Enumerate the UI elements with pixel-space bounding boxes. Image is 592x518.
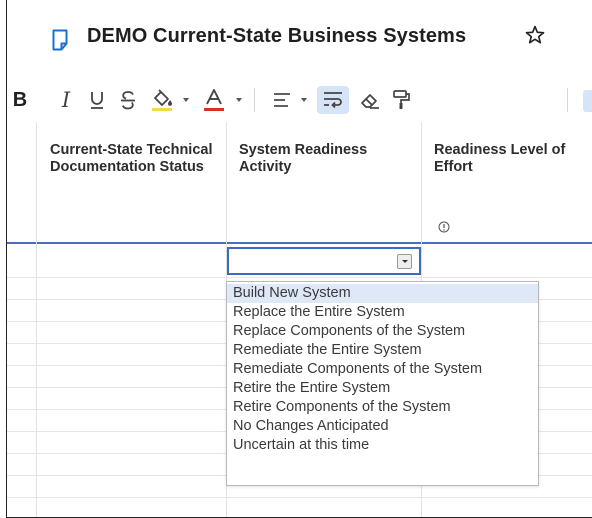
wrap-text-icon: [324, 92, 342, 109]
active-cell-readiness-activity[interactable]: [227, 247, 421, 275]
fill-color-button[interactable]: [148, 86, 176, 114]
clear-format-icon: [361, 94, 379, 109]
text-color-button[interactable]: [200, 86, 228, 114]
align-caret-icon[interactable]: [301, 98, 307, 102]
info-icon[interactable]: [438, 221, 450, 233]
formatting-toolbar: B I: [0, 78, 592, 122]
document-title: DEMO Current-State Business Systems: [87, 25, 467, 47]
dropdown-option[interactable]: Build New System: [227, 284, 538, 303]
dropdown-option[interactable]: Replace Components of the System: [227, 322, 538, 341]
align-button[interactable]: [270, 86, 294, 114]
dropdown-option[interactable]: Retire Components of the System: [227, 398, 538, 417]
toolbar-divider: [254, 88, 255, 112]
clear-format-button[interactable]: [357, 86, 383, 114]
dropdown-option[interactable]: Remediate Components of the System: [227, 360, 538, 379]
align-left-icon: [274, 93, 290, 107]
title-bar: DEMO Current-State Business Systems: [0, 0, 592, 78]
column-divider: [36, 122, 37, 517]
fill-color-icon: [152, 89, 172, 111]
dropdown-option[interactable]: Retire the Entire System: [227, 379, 538, 398]
fill-color-caret-icon[interactable]: [183, 98, 189, 102]
column-header-readiness-activity[interactable]: System Readiness Activity: [239, 142, 409, 176]
bold-button[interactable]: B: [10, 86, 30, 114]
column-header-row: [7, 122, 592, 244]
italic-button[interactable]: I: [56, 86, 76, 114]
column-header-level-of-effort[interactable]: Readiness Level of Effort: [434, 142, 592, 176]
wrap-text-button[interactable]: [317, 86, 349, 114]
format-painter-icon: [393, 90, 410, 109]
toolbar-divider: [567, 88, 568, 112]
star-icon[interactable]: [524, 24, 546, 46]
toolbar-overflow-button[interactable]: [583, 90, 592, 112]
dropdown-option[interactable]: Uncertain at this time: [227, 436, 538, 455]
dropdown-option[interactable]: Remediate the Entire System: [227, 341, 538, 360]
underline-button[interactable]: [86, 86, 108, 114]
row-divider: [7, 497, 592, 498]
format-painter-button[interactable]: [388, 86, 414, 114]
text-color-icon: [204, 89, 224, 111]
column-header-documentation-status[interactable]: Current-State Technical Documentation St…: [50, 142, 220, 176]
strikethrough-button[interactable]: [117, 86, 139, 114]
underline-icon: [91, 92, 103, 109]
strikethrough-icon: [121, 91, 135, 110]
document-icon: [52, 29, 68, 51]
row-divider: [7, 277, 592, 278]
text-color-caret-icon[interactable]: [236, 98, 242, 102]
dropdown-option[interactable]: No Changes Anticipated: [227, 417, 538, 436]
dropdown-option[interactable]: Replace the Entire System: [227, 303, 538, 322]
readiness-activity-dropdown: Build New System Replace the Entire Syst…: [226, 281, 539, 486]
dropdown-toggle-icon[interactable]: [397, 254, 412, 269]
